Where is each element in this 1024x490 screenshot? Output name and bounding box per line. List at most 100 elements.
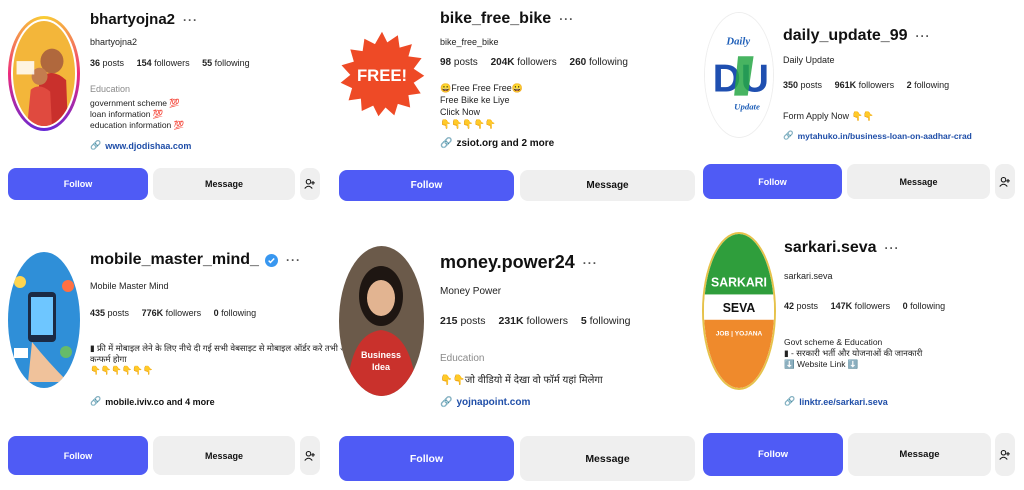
bio-line: कन्फर्म होगा	[90, 354, 127, 365]
display-name: bhartyojna2	[90, 37, 138, 47]
bio-line: 👇👇👇👇👇	[440, 118, 497, 129]
starburst-badge-icon: FREE!	[340, 31, 425, 117]
bio: Govt scheme & Education ▮ - सरकारी भर्ती…	[784, 337, 922, 371]
link-icon: 🔗	[784, 396, 796, 406]
bio: ▮ फ्री में मोबाइल लेने के लिए नीचे दी गई…	[90, 343, 382, 377]
bio-line: ▮ फ्री में मोबाइल लेने के लिए नीचे दी गई…	[90, 343, 382, 353]
more-options-icon[interactable]: ···	[183, 13, 198, 27]
followers-count: 961K followers	[834, 80, 895, 90]
followers-count: 776K followers	[141, 308, 202, 318]
add-person-icon	[304, 178, 315, 189]
svg-text:Daily: Daily	[725, 35, 750, 47]
display-name: Mobile Master Mind	[90, 281, 169, 291]
suggest-user-button[interactable]	[995, 433, 1015, 476]
bio-line: education information 💯	[90, 120, 185, 131]
username[interactable]: bhartyojna2 ···	[90, 11, 198, 28]
username-text[interactable]: bike_free_bike	[440, 10, 551, 28]
bio-line: ▮ - सरकारी भर्ती और योजनाओं की जानकारी	[784, 348, 923, 359]
add-person-icon	[999, 176, 1010, 187]
username[interactable]: money.power24 ···	[440, 252, 598, 273]
category-label: Education	[90, 84, 131, 94]
svg-text:Update: Update	[734, 101, 760, 111]
bio-link[interactable]: 🔗 www.djodishaa.com	[90, 140, 191, 151]
bio-link[interactable]: 🔗 linktr.ee/sarkari.seva	[784, 396, 888, 407]
category-label: Education	[440, 353, 485, 364]
bio-link[interactable]: 🔗 mobile.iviv.co and 4 more	[90, 396, 215, 407]
posts-count: 435 posts	[90, 308, 130, 318]
username-text[interactable]: bhartyojna2	[90, 11, 175, 28]
username-text[interactable]: daily_update_99	[783, 27, 908, 45]
username-text[interactable]: money.power24	[440, 252, 575, 273]
more-options-icon[interactable]: ···	[885, 241, 900, 255]
bio-line: Govt scheme & Education	[784, 337, 883, 347]
link-icon: 🔗	[440, 397, 453, 408]
follow-button[interactable]: Follow	[703, 164, 842, 199]
avatar[interactable]: SARKARI SEVA JOB | YOJANA	[702, 232, 776, 390]
message-button[interactable]: Message	[153, 168, 295, 200]
more-options-icon[interactable]: ···	[559, 12, 574, 26]
bio-link[interactable]: 🔗 mytahuko.in/business-loan-on-aadhar-cr…	[783, 130, 972, 141]
following-count: 0 following	[213, 308, 257, 318]
following-count: 55 following	[202, 58, 250, 68]
sarkari-seva-logo-icon: SARKARI SEVA JOB | YOJANA	[704, 234, 774, 388]
message-button[interactable]: Message	[848, 433, 991, 476]
add-person-icon	[304, 450, 315, 461]
message-button[interactable]: Message	[520, 170, 695, 201]
svg-text:FREE!: FREE!	[357, 66, 407, 85]
username-text[interactable]: sarkari.seva	[784, 239, 877, 257]
follow-button[interactable]: Follow	[8, 436, 148, 475]
suggest-user-button[interactable]	[300, 436, 320, 475]
username-text[interactable]: mobile_master_mind_	[90, 251, 259, 269]
link-icon: 🔗	[90, 140, 102, 150]
avatar[interactable]	[8, 252, 80, 388]
follow-button[interactable]: Follow	[339, 170, 514, 201]
posts-count: 98 posts	[440, 57, 478, 68]
message-button[interactable]: Message	[520, 436, 695, 481]
family-photo-icon	[13, 21, 75, 126]
avatar[interactable]: Daily DU Update	[704, 12, 774, 138]
bio: government scheme 💯 loan information 💯 e…	[90, 98, 184, 132]
svg-text:SEVA: SEVA	[723, 301, 756, 315]
username[interactable]: mobile_master_mind_ ···	[90, 251, 301, 269]
followers-count: 231K followers	[498, 315, 568, 327]
avatar[interactable]: Business Idea	[339, 246, 424, 396]
avatar[interactable]	[8, 16, 80, 131]
profile-stats: 98 posts 204K followers 260 following	[440, 57, 638, 68]
more-options-icon[interactable]: ···	[916, 29, 931, 43]
mobile-illustration-icon	[8, 252, 80, 388]
bio-link[interactable]: 🔗 yojnapoint.com	[440, 397, 530, 408]
posts-count: 215 posts	[440, 315, 486, 327]
suggest-user-button[interactable]	[995, 164, 1015, 199]
bio-line: 😀Free Free Free😀	[440, 83, 523, 93]
more-options-icon[interactable]: ···	[286, 253, 301, 267]
followers-count: 154 followers	[136, 58, 190, 68]
username[interactable]: daily_update_99 ···	[783, 27, 931, 45]
follow-button[interactable]: Follow	[339, 436, 514, 481]
following-count: 2 following	[906, 80, 950, 90]
display-name: bike_free_bike	[440, 37, 499, 47]
link-icon: 🔗	[440, 138, 453, 149]
svg-text:Business: Business	[361, 350, 401, 360]
bio-line: Form Apply Now 👇👇	[783, 111, 874, 121]
bio-line: 👇👇👇👇👇👇	[90, 365, 154, 376]
message-button[interactable]: Message	[153, 436, 295, 475]
username[interactable]: sarkari.seva ···	[784, 239, 900, 257]
suggest-user-button[interactable]	[300, 168, 320, 200]
bio-line: government scheme 💯	[90, 98, 180, 108]
verified-badge-icon	[264, 253, 278, 267]
message-button[interactable]: Message	[847, 164, 990, 199]
username[interactable]: bike_free_bike ···	[440, 10, 574, 28]
profile-stats: 42 posts 147K followers 0 following	[784, 301, 955, 311]
more-options-icon[interactable]: ···	[583, 256, 598, 270]
bio-link[interactable]: 🔗 zsiot.org and 2 more	[440, 138, 554, 149]
profile-stats: 215 posts 231K followers 5 following	[440, 315, 641, 327]
follow-button[interactable]: Follow	[703, 433, 843, 476]
profile-stats: 350 posts 961K followers 2 following	[783, 80, 959, 90]
avatar[interactable]: FREE!	[338, 24, 426, 124]
following-count: 5 following	[580, 315, 631, 327]
svg-text:SARKARI: SARKARI	[711, 275, 767, 289]
bio: 😀Free Free Free😀 Free Bike ke Liye Click…	[440, 83, 523, 131]
followers-count: 204K followers	[490, 57, 557, 68]
bio-line: loan information 💯	[90, 109, 164, 120]
follow-button[interactable]: Follow	[8, 168, 148, 200]
